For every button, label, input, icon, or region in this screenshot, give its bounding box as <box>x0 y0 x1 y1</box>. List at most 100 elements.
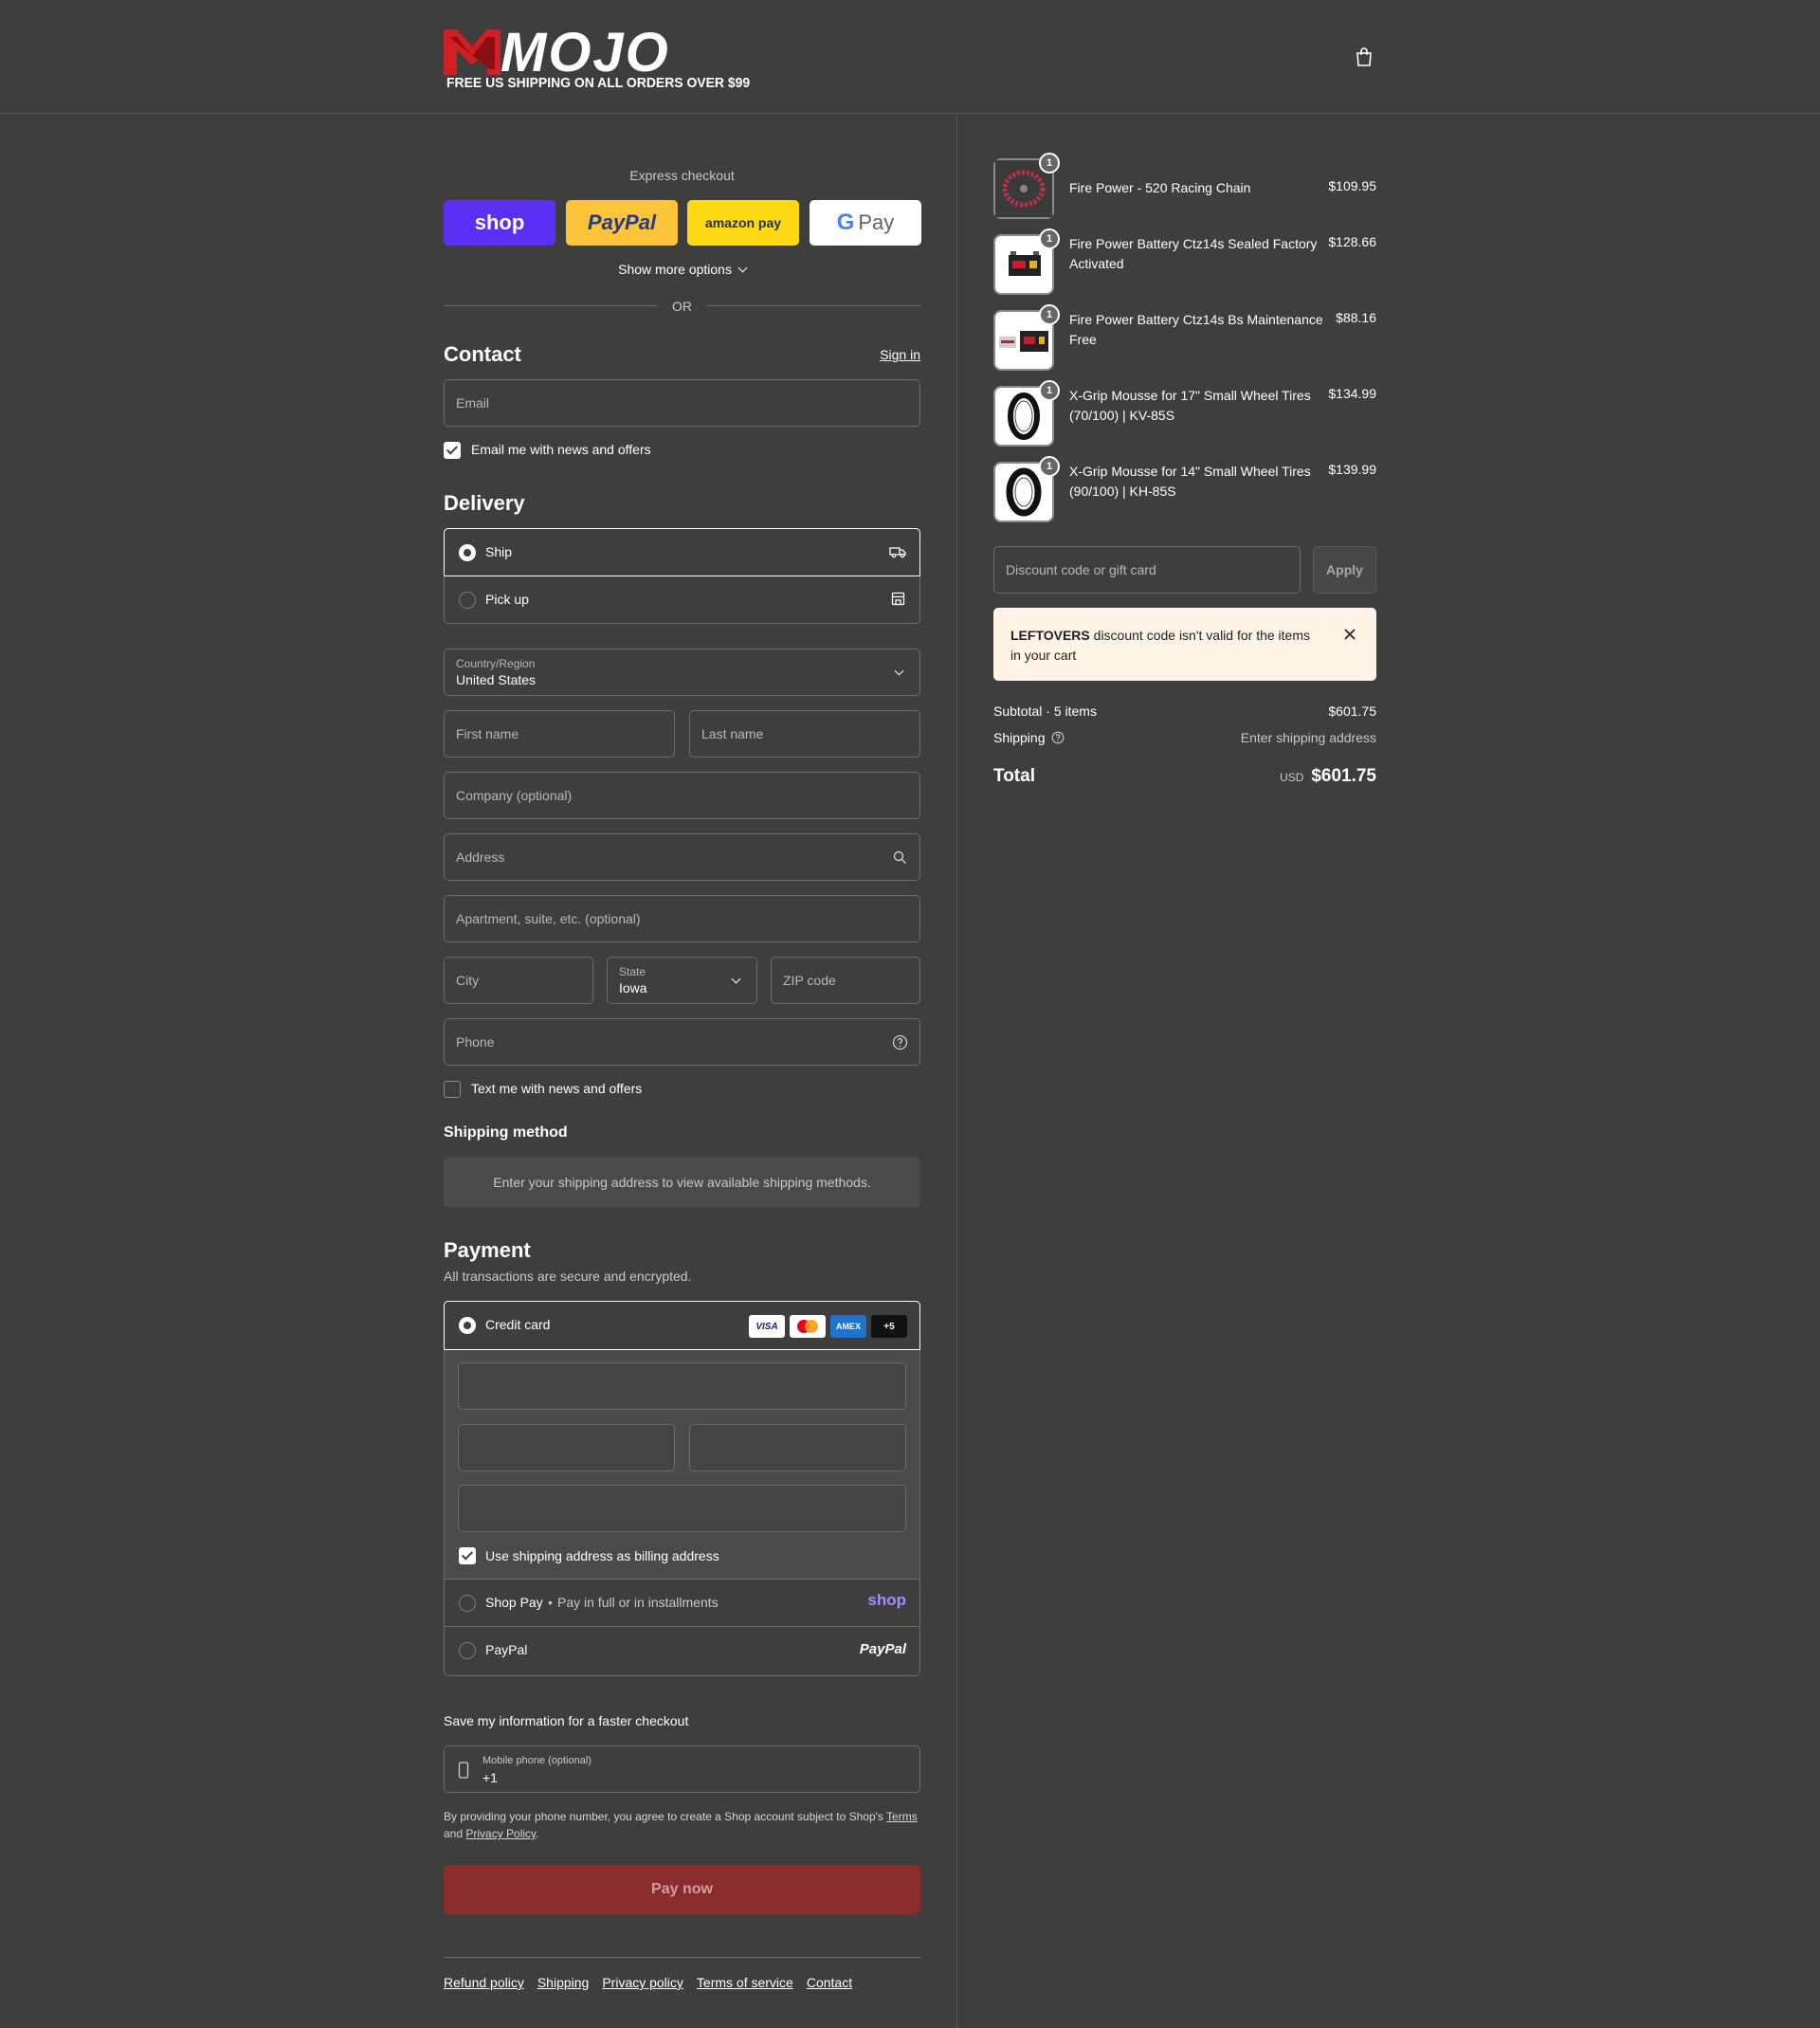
payment-option-paypal[interactable]: PayPal PayPal <box>445 1626 919 1673</box>
country-select[interactable]: Country/Region United States <box>444 649 920 696</box>
product-image: 1 <box>993 380 1060 447</box>
address-field[interactable]: Address <box>444 833 920 881</box>
quantity-badge: 1 <box>1039 380 1060 401</box>
email-news-checkbox[interactable] <box>444 442 461 459</box>
apartment-field[interactable]: Apartment, suite, etc. (optional) <box>444 895 920 942</box>
contact-heading: Contact <box>444 342 521 366</box>
ship-radio[interactable] <box>459 544 476 561</box>
item-name: Fire Power Battery Ctz14s Sealed Factory… <box>1069 236 1318 271</box>
quantity-badge: 1 <box>1039 456 1060 477</box>
shop-pay-radio[interactable] <box>459 1595 476 1612</box>
email-field[interactable]: Email <box>444 379 920 427</box>
item-name: X-Grip Mousse for 14" Small Wheel Tires … <box>1069 464 1311 499</box>
card-name-field[interactable] <box>458 1485 906 1532</box>
privacy-policy-footer-link[interactable]: Privacy policy <box>602 1975 683 1990</box>
pay-now-button[interactable]: Pay now <box>444 1865 920 1914</box>
divider <box>707 305 920 306</box>
line-item: 1 Fire Power - 520 Racing Chain $109.95 <box>993 153 1376 219</box>
quantity-badge: 1 <box>1039 228 1060 249</box>
item-price: $88.16 <box>1336 310 1376 325</box>
store-logo[interactable]: MOJO FREE US SHIPPING ON ALL ORDERS OVER… <box>444 22 750 95</box>
discount-code-field[interactable]: Discount code or gift card <box>993 546 1301 594</box>
contact-link[interactable]: Contact <box>807 1975 852 1990</box>
terms-of-service-link[interactable]: Terms of service <box>697 1975 793 1990</box>
product-image: 1 <box>993 228 1060 295</box>
express-checkout-title: Express checkout <box>629 168 735 183</box>
divider <box>444 305 657 306</box>
quantity-badge: 1 <box>1039 153 1060 174</box>
paypal-radio[interactable] <box>459 1642 476 1659</box>
paypal-express-button[interactable]: PayPal <box>566 200 678 246</box>
mobile-phone-field[interactable]: Mobile phone (optional) +1 <box>444 1745 920 1793</box>
refund-policy-link[interactable]: Refund policy <box>444 1975 524 1990</box>
sms-news-checkbox[interactable] <box>444 1081 461 1098</box>
save-info-heading: Save my information for a faster checkou… <box>444 1713 689 1728</box>
help-icon[interactable] <box>892 1034 908 1051</box>
delivery-option-pickup[interactable]: Pick up <box>445 576 919 624</box>
city-field[interactable]: City <box>444 957 593 1004</box>
card-number-field[interactable] <box>458 1362 906 1410</box>
payment-option-credit-card[interactable]: Credit card VISA AMEX +5 <box>444 1301 920 1350</box>
column-divider <box>956 115 957 2028</box>
item-name: X-Grip Mousse for 17" Small Wheel Tires … <box>1069 388 1311 423</box>
currency-code: USD <box>1280 771 1304 784</box>
product-image: 1 <box>993 304 1060 371</box>
visa-icon: VISA <box>749 1315 785 1338</box>
shop-pay-logo: shop <box>867 1591 906 1609</box>
shipping-method-heading: Shipping method <box>444 1124 568 1141</box>
help-icon[interactable] <box>1051 731 1065 744</box>
billing-same-checkbox[interactable] <box>459 1547 476 1564</box>
chevron-down-icon <box>731 974 741 984</box>
shipping-link[interactable]: Shipping <box>537 1975 590 1990</box>
product-image: 1 <box>993 456 1060 522</box>
item-price: $109.95 <box>1328 178 1376 193</box>
shopping-bag-icon[interactable] <box>1354 46 1374 67</box>
first-name-field[interactable]: First name <box>444 710 675 758</box>
delivery-options: Ship Pick up <box>444 528 920 624</box>
mobile-phone-icon <box>458 1762 469 1779</box>
amazon-pay-express-button[interactable]: amazon pay <box>687 200 799 246</box>
payment-heading: Payment <box>444 1238 531 1262</box>
item-name: Fire Power - 520 Racing Chain <box>1069 180 1251 195</box>
terms-link[interactable]: Terms <box>886 1810 918 1823</box>
last-name-field[interactable]: Last name <box>689 710 920 758</box>
subtotal-value: $601.75 <box>1328 703 1376 719</box>
footer-links: Refund policy Shipping Privacy policy Terms… <box>444 1975 865 1990</box>
paypal-logo: PayPal <box>587 210 657 234</box>
show-more-options[interactable]: Show more options <box>444 262 920 277</box>
divider <box>444 1957 920 1958</box>
item-price: $128.66 <box>1328 234 1376 249</box>
shipping-label: Shipping <box>993 730 1065 745</box>
delivery-option-ship[interactable]: Ship <box>444 528 920 576</box>
phone-field[interactable]: Phone <box>444 1018 920 1066</box>
shop-pay-express-button[interactable]: shop <box>444 200 555 246</box>
credit-card-radio[interactable] <box>459 1317 476 1334</box>
alert-code: LEFTOVERS <box>1010 628 1090 643</box>
close-icon[interactable] <box>1343 628 1356 641</box>
line-item: 1 Fire Power Battery Ctz14s Bs Maintenan… <box>993 304 1376 371</box>
payment-option-shop-pay[interactable]: Shop Pay • Pay in full or in installment… <box>445 1579 919 1626</box>
privacy-policy-link[interactable]: Privacy Policy <box>465 1827 536 1840</box>
state-select[interactable]: State Iowa <box>607 957 757 1004</box>
truck-icon <box>889 547 906 558</box>
sms-news-label: Text me with news and offers <box>471 1081 643 1096</box>
total-label: Total <box>993 766 1035 786</box>
logo-tagline: FREE US SHIPPING ON ALL ORDERS OVER $99 <box>446 75 751 91</box>
payment-methods: Credit card VISA AMEX +5 Use shipping ad… <box>444 1301 920 1676</box>
logo-mark-icon <box>444 29 500 75</box>
card-cvv-field[interactable] <box>689 1424 906 1471</box>
google-pay-express-button[interactable]: G Pay <box>810 200 921 246</box>
zip-field[interactable]: ZIP code <box>771 957 920 1004</box>
pickup-radio[interactable] <box>459 592 476 609</box>
company-field[interactable]: Company (optional) <box>444 772 920 819</box>
sign-in-link[interactable]: Sign in <box>880 347 920 362</box>
card-expiry-field[interactable] <box>458 1424 675 1471</box>
item-price: $139.99 <box>1328 462 1376 477</box>
line-item: 1 X-Grip Mousse for 14" Small Wheel Tire… <box>993 456 1376 522</box>
apply-discount-button[interactable]: Apply <box>1313 546 1376 594</box>
delivery-heading: Delivery <box>444 491 525 515</box>
shipping-method-message: Enter your shipping address to view avai… <box>444 1157 920 1208</box>
item-name: Fire Power Battery Ctz14s Bs Maintenance… <box>1069 312 1323 347</box>
total-amount: USD $601.75 <box>1280 766 1376 787</box>
or-separator: OR <box>672 299 692 314</box>
